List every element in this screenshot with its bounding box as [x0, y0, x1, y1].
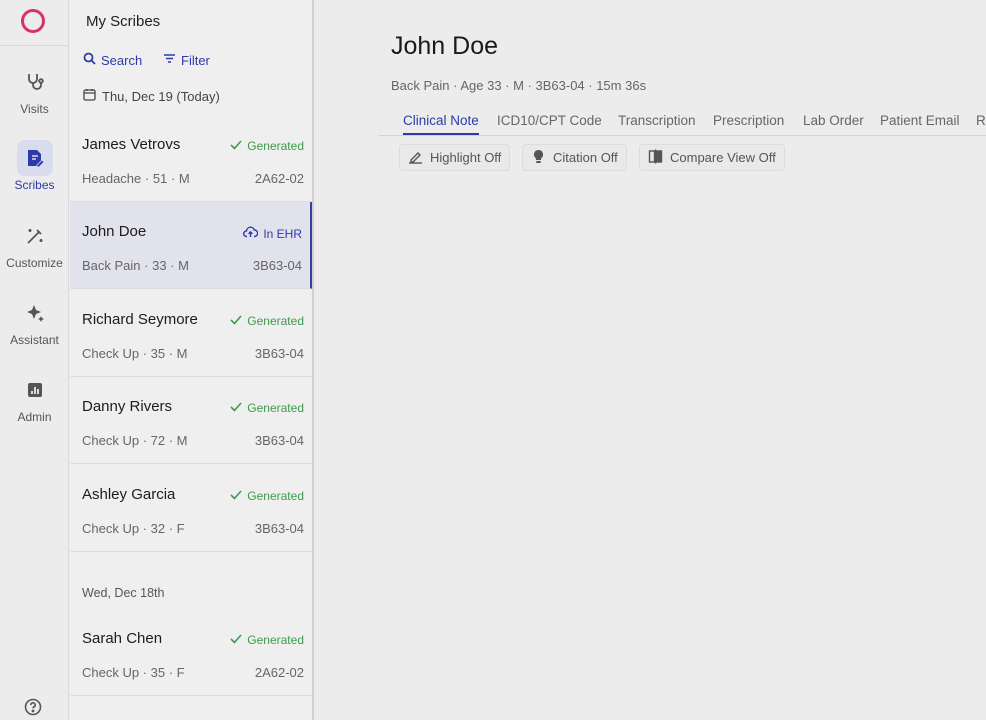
scribe-card[interactable]: James Vetrovs Generated Headache · 51 · … — [70, 115, 312, 202]
scribe-list-panel: My Scribes Search Filter Thu, Dec 19 (To… — [70, 0, 314, 720]
status-label: Generated — [247, 139, 304, 153]
visit-code: 2A62-02 — [254, 665, 304, 680]
tab-bar: Clinical Note ICD10/CPT Code Transcripti… — [379, 111, 986, 136]
check-icon — [230, 401, 242, 415]
scribe-card-selected[interactable]: John Doe In EHR Back Pain · 33 · M 3B63-… — [70, 202, 312, 289]
visit-code: 3B63-04 — [254, 433, 304, 448]
citation-toggle[interactable]: Citation Off — [522, 144, 627, 171]
status-badge: Generated — [230, 314, 304, 328]
status-badge: Generated — [230, 401, 304, 415]
main-content: John Doe Back Pain · Age 33 · M · 3B63-0… — [315, 0, 986, 720]
help-circle-icon[interactable] — [24, 698, 42, 720]
search-label: Search — [101, 52, 143, 68]
visit-code: 2A62-02 — [254, 171, 304, 186]
status-badge: Generated — [230, 633, 304, 647]
chart-icon — [17, 372, 53, 408]
search-icon — [83, 52, 96, 68]
toggle-label: Highlight Off — [430, 150, 502, 165]
scribe-card[interactable]: Ashley Garcia Generated Check Up · 32 · … — [70, 465, 312, 552]
status-label: In EHR — [263, 226, 302, 241]
tab-icd10-cpt-code[interactable]: ICD10/CPT Code — [497, 113, 602, 133]
date-label: Thu, Dec 19 (Today) — [102, 88, 220, 104]
status-badge: Generated — [230, 489, 304, 503]
note-pen-icon — [16, 140, 53, 176]
date-header-today: Thu, Dec 19 (Today) — [83, 88, 220, 104]
nav-item-label: Scribes — [14, 178, 55, 192]
tab-clinical-note[interactable]: Clinical Note — [403, 113, 479, 135]
nav-item-label: Admin — [17, 410, 52, 424]
nav-item-label: Visits — [20, 102, 49, 116]
rail-divider — [0, 45, 69, 46]
status-badge: Generated — [230, 139, 304, 153]
compare-view-toggle[interactable]: Compare View Off — [639, 144, 785, 171]
panel-title: My Scribes — [86, 13, 161, 30]
check-icon — [230, 139, 242, 153]
nav-item-admin[interactable]: Admin — [0, 372, 69, 424]
check-icon — [230, 489, 242, 503]
patient-name: Danny Rivers — [82, 398, 173, 415]
check-icon — [230, 633, 242, 647]
filter-icon — [163, 52, 176, 68]
status-badge: In EHR — [243, 226, 302, 241]
status-label: Generated — [247, 633, 304, 647]
visit-meta: Check Up · 32 · F — [82, 521, 185, 536]
visit-meta: Check Up · 35 · F — [82, 665, 185, 680]
status-label: Generated — [247, 314, 304, 328]
highlight-toggle[interactable]: Highlight Off — [399, 144, 511, 171]
nav-item-assistant[interactable]: Assistant — [0, 295, 69, 347]
visit-meta: Headache · 51 · M — [82, 171, 190, 186]
calendar-icon — [83, 88, 96, 104]
visit-meta: Check Up · 72 · M — [82, 433, 188, 448]
patient-name: Richard Seymore — [82, 311, 198, 328]
visit-meta: Back Pain · 33 · M — [82, 258, 189, 273]
patient-name: James Vetrovs — [82, 136, 181, 153]
nav-item-visits[interactable]: Visits — [0, 64, 69, 116]
status-label: Generated — [247, 489, 304, 503]
compare-icon — [648, 149, 663, 167]
check-icon — [230, 314, 242, 328]
search-button[interactable]: Search — [83, 52, 142, 68]
magic-wand-icon — [17, 218, 53, 254]
toggle-label: Compare View Off — [670, 150, 776, 165]
patient-summary: Back Pain · Age 33 · M · 3B63-04 · 15m 3… — [391, 78, 647, 93]
scribe-card[interactable]: Sarah Chen Generated Check Up · 35 · F 2… — [70, 609, 312, 696]
nav-item-scribes[interactable]: Scribes — [0, 140, 69, 192]
tab-overflow[interactable]: Re — [976, 113, 986, 133]
visit-code: 3B63-04 — [254, 346, 304, 361]
sparkle-icon — [17, 295, 53, 331]
patient-name: Ashley Garcia — [82, 486, 176, 503]
tab-prescription[interactable]: Prescription — [713, 113, 784, 133]
page-title: John Doe — [391, 32, 499, 60]
nav-item-label: Customize — [6, 256, 63, 270]
scribe-card[interactable]: Richard Seymore Generated Check Up · 35 … — [70, 290, 312, 377]
nav-rail: Visits Scribes Customize Assistant Admin — [0, 0, 69, 720]
tab-transcription[interactable]: Transcription — [618, 113, 696, 133]
cloud-upload-icon — [243, 226, 259, 241]
highlighter-icon — [408, 149, 423, 167]
patient-name: John Doe — [82, 223, 147, 240]
toggle-label: Citation Off — [553, 150, 618, 165]
visit-code: 3B63-04 — [252, 258, 302, 273]
brand-logo[interactable] — [21, 9, 45, 33]
patient-name: Sarah Chen — [82, 630, 163, 647]
status-label: Generated — [247, 401, 304, 415]
tab-patient-email[interactable]: Patient Email — [880, 113, 960, 133]
nav-item-customize[interactable]: Customize — [0, 218, 69, 270]
scribe-card[interactable]: Danny Rivers Generated Check Up · 72 · M… — [70, 377, 312, 464]
date-header-yesterday: Wed, Dec 18th — [82, 586, 165, 600]
stethoscope-icon — [17, 64, 53, 100]
filter-button[interactable]: Filter — [163, 52, 210, 68]
lightbulb-icon — [531, 149, 546, 167]
visit-meta: Check Up · 35 · M — [82, 346, 188, 361]
visit-code: 3B63-04 — [254, 521, 304, 536]
nav-item-label: Assistant — [10, 333, 59, 347]
filter-label: Filter — [181, 52, 210, 68]
tab-lab-order[interactable]: Lab Order — [803, 113, 864, 133]
